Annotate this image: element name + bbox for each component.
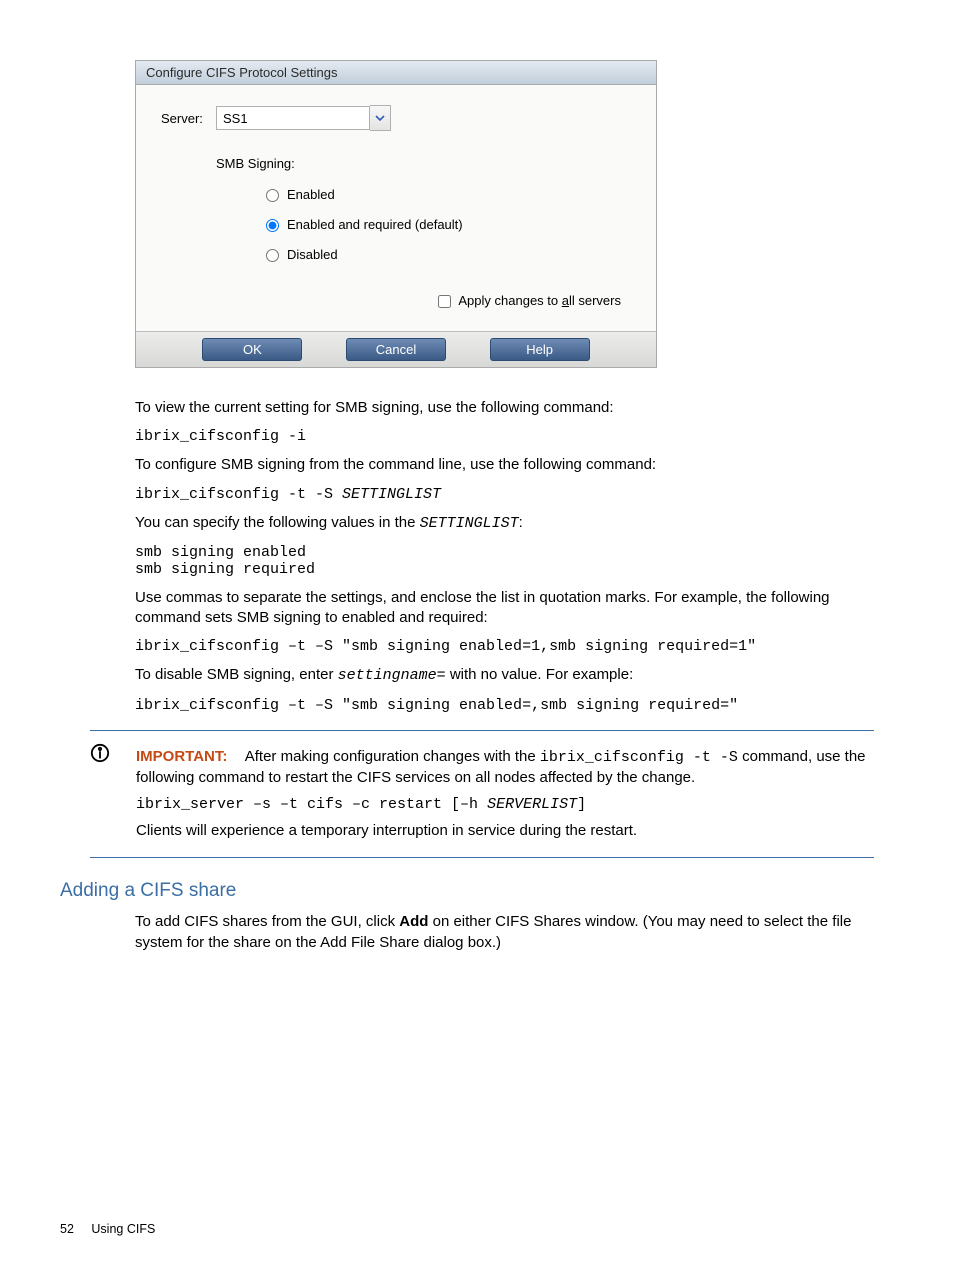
cifs-settings-dialog: Configure CIFS Protocol Settings Server:… [135, 60, 657, 368]
ok-button[interactable]: OK [202, 338, 302, 361]
code-block: ibrix_cifsconfig –t –S "smb signing enab… [135, 697, 874, 714]
page-footer: 52 Using CIFS [60, 1222, 155, 1236]
radio-enabled-label: Enabled [287, 187, 335, 202]
radio-enabled-required-label: Enabled and required (default) [287, 217, 463, 232]
dialog-title: Configure CIFS Protocol Settings [136, 61, 656, 85]
paragraph: Use commas to separate the settings, and… [135, 588, 874, 629]
cancel-button[interactable]: Cancel [346, 338, 446, 361]
important-icon [90, 743, 110, 763]
radio-enabled-required[interactable] [266, 219, 279, 232]
smb-signing-label: SMB Signing: [216, 156, 631, 171]
code-block: ibrix_cifsconfig –t –S "smb signing enab… [135, 638, 874, 655]
paragraph: You can specify the following values in … [135, 513, 874, 534]
paragraph: To disable SMB signing, enter settingnam… [135, 665, 874, 686]
radio-disabled[interactable] [266, 249, 279, 262]
page-number: 52 [60, 1222, 74, 1236]
radio-enabled[interactable] [266, 189, 279, 202]
chapter-title: Using CIFS [91, 1222, 155, 1236]
radio-disabled-label: Disabled [287, 247, 338, 262]
paragraph: To view the current setting for SMB sign… [135, 398, 874, 418]
server-label: Server: [161, 111, 216, 126]
chevron-down-icon[interactable] [370, 105, 391, 131]
paragraph: To configure SMB signing from the comman… [135, 455, 874, 475]
server-input[interactable] [216, 106, 370, 130]
dialog-button-bar: OK Cancel Help [136, 331, 656, 367]
help-button[interactable]: Help [490, 338, 590, 361]
apply-all-checkbox[interactable] [438, 295, 451, 308]
content-body: To view the current setting for SMB sign… [135, 398, 874, 714]
apply-all-label: Apply changes to all servers [458, 293, 621, 308]
code-block: ibrix_server –s –t cifs –c restart [–h S… [136, 796, 874, 813]
important-text-2: Clients will experience a temporary inte… [136, 821, 874, 841]
code-block: smb signing enabled smb signing required [135, 544, 874, 578]
important-text: IMPORTANT: After making configuration ch… [136, 747, 874, 789]
code-block: ibrix_cifsconfig -i [135, 428, 874, 445]
code-block: ibrix_cifsconfig -t -S SETTINGLIST [135, 486, 874, 503]
section-heading: Adding a CIFS share [60, 880, 894, 902]
paragraph: To add CIFS shares from the GUI, click A… [135, 912, 874, 953]
important-note: IMPORTANT: After making configuration ch… [90, 730, 874, 859]
server-combobox[interactable] [216, 105, 391, 131]
